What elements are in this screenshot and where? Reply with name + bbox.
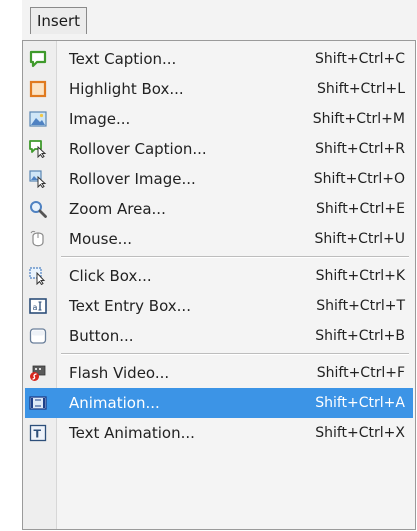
button-icon [29,328,47,344]
menu-item-label: Flash Video... [69,364,170,382]
menu-item-shortcut: Shift+Ctrl+C [315,51,405,67]
menu-item-shortcut: Shift+Ctrl+O [313,171,405,187]
menu-item-text-caption[interactable]: Text Caption... Shift+Ctrl+C [25,44,413,74]
zoom-area-icon [30,201,47,218]
menu-item-label: Text Entry Box... [69,297,191,315]
highlight-box-icon [29,80,47,98]
menu-item-shortcut: Shift+Ctrl+L [317,81,405,97]
menu-item-mouse[interactable]: Mouse... Shift+Ctrl+U [25,224,413,254]
text-animation-icon: T [29,424,47,442]
insert-menu-title[interactable]: Insert [30,7,88,34]
menu-item-label: Zoom Area... [69,200,166,218]
menu-item-label: Text Animation... [69,424,195,442]
menu-item-label: Image... [69,110,131,128]
menu-item-shortcut: Shift+Ctrl+T [316,298,405,314]
menu-item-animation[interactable]: Animation... Shift+Ctrl+A [25,388,413,418]
menu-item-flash-video[interactable]: Flash Video... Shift+Ctrl+F [25,358,413,388]
text-entry-box-icon: a [29,298,47,314]
flash-video-icon [30,365,46,381]
menu-item-button[interactable]: Button... Shift+Ctrl+B [25,321,413,351]
menu-item-shortcut: Shift+Ctrl+E [315,201,405,217]
menu-item-label: Button... [69,327,134,345]
menu-item-zoom-area[interactable]: Zoom Area... Shift+Ctrl+E [25,194,413,224]
menu-item-label: Highlight Box... [69,80,184,98]
menu-bar: Insert [22,0,417,40]
menu-item-label: Click Box... [69,267,152,285]
menu-item-shortcut: Shift+Ctrl+U [314,231,405,247]
image-icon [29,111,47,127]
menu-item-image[interactable]: Image... Shift+Ctrl+M [25,104,413,134]
svg-text:a: a [33,303,38,312]
menu-item-shortcut: Shift+Ctrl+X [315,425,405,441]
mouse-icon [30,230,44,247]
animation-icon [29,396,47,410]
menu-separator [61,353,409,355]
menu-item-click-box[interactable]: Click Box... Shift+Ctrl+K [25,261,413,291]
svg-text:T: T [34,428,42,441]
menu-item-shortcut: Shift+Ctrl+K [315,268,405,284]
menu-item-label: Text Caption... [69,50,177,68]
menu-item-shortcut: Shift+Ctrl+A [315,395,405,411]
menu-item-rollover-caption[interactable]: Rollover Caption... Shift+Ctrl+R [25,134,413,164]
menu-item-label: Animation... [69,394,160,412]
insert-menu-dropdown: Text Caption... Shift+Ctrl+C Highlight B… [22,40,416,530]
rollover-caption-icon [29,140,47,158]
click-box-icon [29,267,46,285]
menu-item-shortcut: Shift+Ctrl+B [315,328,405,344]
menu-item-label: Rollover Caption... [69,140,207,158]
menu-separator [61,256,409,258]
menu-item-shortcut: Shift+Ctrl+M [312,111,405,127]
menu-item-text-entry-box[interactable]: a Text Entry Box... Shift+Ctrl+T [25,291,413,321]
menu-item-rollover-image[interactable]: Rollover Image... Shift+Ctrl+O [25,164,413,194]
menu-item-text-animation[interactable]: T Text Animation... Shift+Ctrl+X [25,418,413,448]
menu-item-shortcut: Shift+Ctrl+F [316,365,405,381]
menu-item-shortcut: Shift+Ctrl+R [315,141,405,157]
rollover-image-icon [29,170,47,188]
menu-item-label: Rollover Image... [69,170,196,188]
menu-item-label: Mouse... [69,230,132,248]
text-caption-icon [29,50,47,68]
menu-item-highlight-box[interactable]: Highlight Box... Shift+Ctrl+L [25,74,413,104]
